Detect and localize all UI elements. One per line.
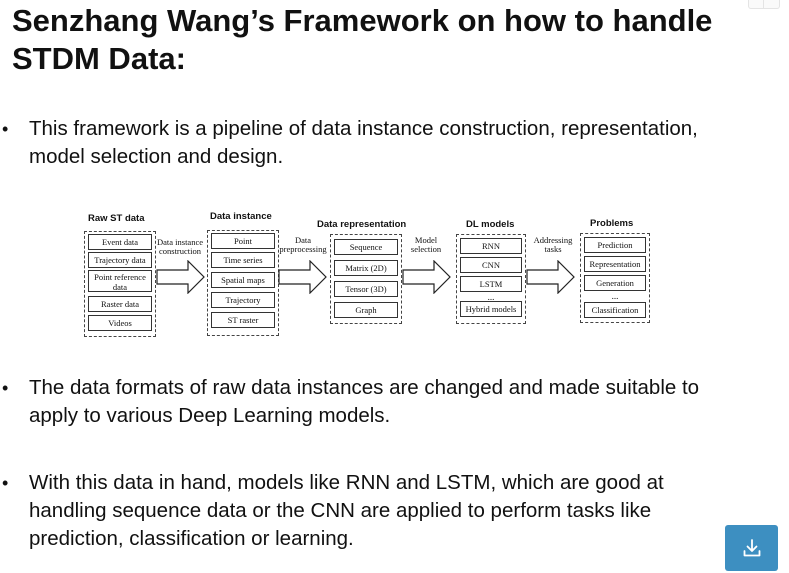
bullet-1-line-2: model selection and design. (29, 145, 284, 168)
repr-tensor: Tensor (3D) (334, 281, 398, 297)
instance-time-series: Time series (211, 252, 275, 268)
repr-sequence: Sequence (334, 239, 398, 255)
bullet-dot: • (2, 119, 9, 139)
problem-representation: Representation (584, 256, 646, 272)
arrow-addressing (526, 260, 575, 294)
group-problems: Prediction Representation Generation ...… (580, 233, 650, 323)
group-representation: Sequence Matrix (2D) Tensor (3D) Graph (330, 234, 402, 324)
heading-raw: Raw ST data (88, 213, 145, 224)
step-construction: Data instance construction (156, 237, 204, 256)
group-raw: Event data Trajectory data Point referen… (84, 231, 156, 337)
repr-matrix: Matrix (2D) (334, 260, 398, 276)
framework-diagram: Raw ST data Data instance Data represent… (80, 208, 660, 338)
repr-graph: Graph (334, 302, 398, 318)
model-rnn: RNN (460, 238, 522, 254)
raw-event: Event data (88, 234, 152, 250)
instance-spatial-maps: Spatial maps (211, 272, 275, 288)
instance-st-raster: ST raster (211, 312, 275, 328)
raw-videos: Videos (88, 315, 152, 331)
instance-point: Point (211, 233, 275, 249)
bullet-3-line-2: handling sequence data or the CNN are ap… (29, 499, 652, 522)
problem-classification: Classification (584, 302, 646, 318)
arrow-preprocessing (278, 260, 327, 294)
model-lstm: LSTM (460, 276, 522, 292)
title-line-2: STDM Data: (12, 41, 186, 76)
title-line-1: Senzhang Wang’s Framework on how to hand… (12, 3, 713, 38)
raw-trajectory: Trajectory data (88, 252, 152, 268)
arrow-construction (156, 260, 205, 294)
raw-point-reference: Point reference data (88, 270, 152, 292)
model-hybrid: Hybrid models (460, 301, 522, 317)
bullet-3-line-1: With this data in hand, models like RNN … (29, 471, 664, 494)
heading-models: DL models (466, 219, 515, 230)
step-preprocessing: Data preprocessing (279, 235, 327, 254)
download-button[interactable] (725, 525, 778, 571)
group-models: RNN CNN LSTM ... Hybrid models (456, 234, 526, 324)
download-icon (743, 539, 760, 557)
bullet-dot: • (2, 378, 9, 398)
bullet-dot: • (2, 473, 9, 493)
step-selection: Model selection (410, 235, 442, 254)
bullet-2-line-2: apply to various Deep Learning models. (29, 404, 391, 427)
arrow-selection (402, 260, 451, 294)
heading-problems: Problems (590, 218, 634, 229)
instance-trajectory: Trajectory (211, 292, 275, 308)
model-ellipsis: ... (487, 292, 495, 302)
group-instance: Point Time series Spatial maps Trajector… (207, 230, 279, 336)
bullet-1-line-1: This framework is a pipeline of data ins… (29, 117, 698, 140)
heading-instance: Data instance (210, 211, 272, 222)
problem-generation: Generation (584, 275, 646, 291)
raw-raster: Raster data (88, 296, 152, 312)
problem-ellipsis: ... (611, 291, 619, 301)
corner-control[interactable] (748, 0, 780, 9)
step-addressing: Addressing tasks (533, 235, 573, 254)
heading-representation: Data representation (317, 219, 407, 230)
problem-prediction: Prediction (584, 237, 646, 253)
bullet-2-line-1: The data formats of raw data instances a… (29, 376, 700, 399)
model-cnn: CNN (460, 257, 522, 273)
slide-title: Senzhang Wang’s Framework on how to hand… (12, 2, 752, 78)
bullet-3-line-3: prediction, classification or learning. (29, 527, 354, 550)
